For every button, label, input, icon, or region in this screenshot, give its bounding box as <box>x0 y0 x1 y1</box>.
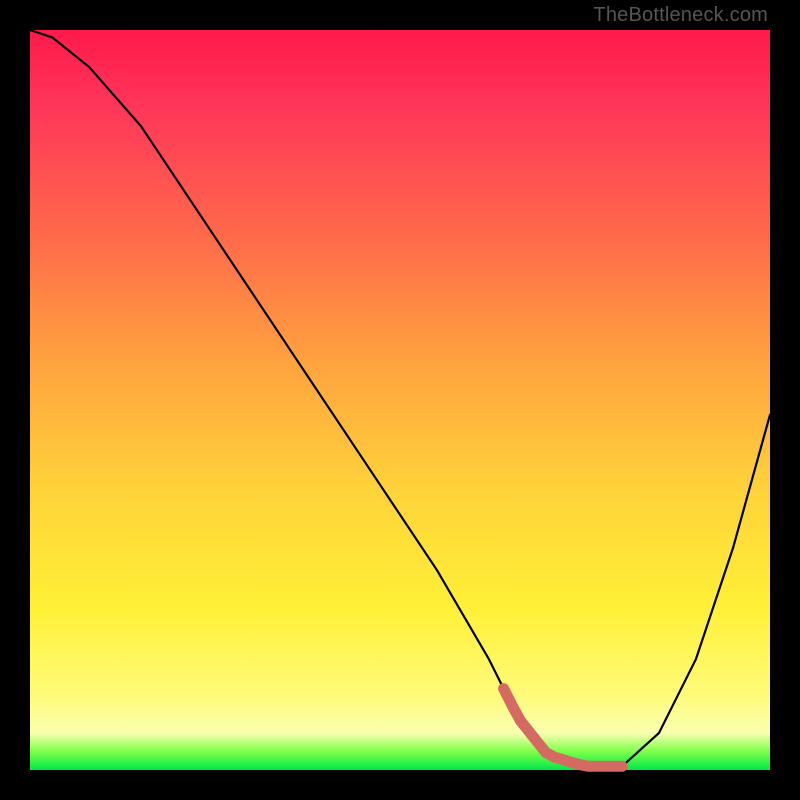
bottleneck-curve <box>30 30 770 766</box>
watermark-label: TheBottleneck.com <box>593 4 768 27</box>
chart-plot-area <box>30 30 770 770</box>
chart-frame: TheBottleneck.com <box>0 0 800 800</box>
chart-svg <box>30 30 770 770</box>
optimal-range-highlight <box>504 689 622 767</box>
